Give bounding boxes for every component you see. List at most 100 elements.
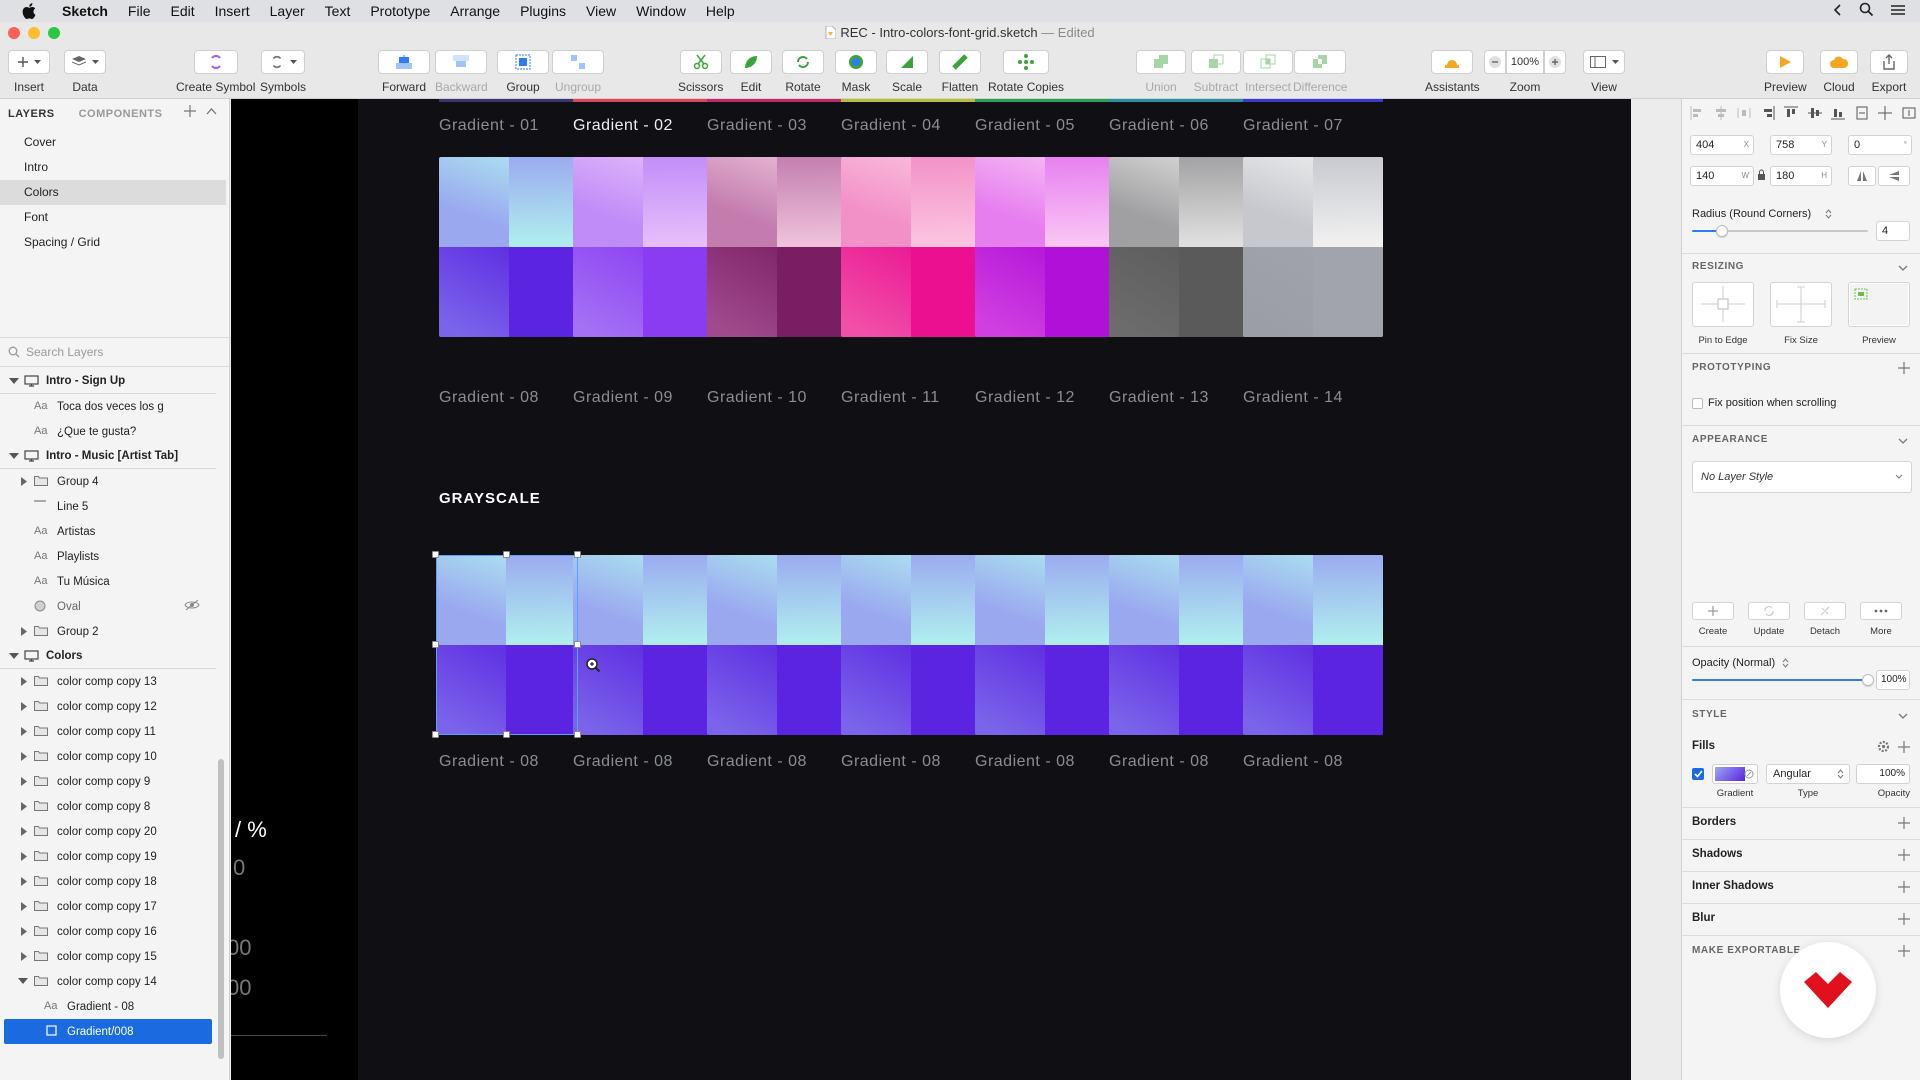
ungroup-tool[interactable]: Ungroup (552, 50, 604, 94)
zoom-in-button[interactable] (1544, 50, 1566, 74)
layer-text-row[interactable]: Aa Tu Música (0, 569, 216, 594)
align-center-v-icon[interactable] (1878, 105, 1893, 123)
layer-group-row[interactable]: color comp copy 8 (0, 794, 216, 819)
intersect-tool[interactable]: Intersect (1243, 50, 1293, 94)
align-top-icon[interactable] (1784, 106, 1799, 123)
more-style-button[interactable] (1860, 602, 1902, 620)
grayscale-gradient-swatch[interactable] (573, 555, 713, 735)
gradient-swatch[interactable] (439, 157, 579, 337)
resize-handle-right[interactable] (574, 641, 581, 648)
cloud-tool[interactable]: Cloud (1820, 50, 1858, 94)
grayscale-gradient-swatch[interactable] (841, 555, 981, 735)
disclosure-closed-icon[interactable] (19, 951, 29, 961)
lock-ratio-icon[interactable] (1757, 169, 1766, 184)
disclosure-closed-icon[interactable] (19, 676, 29, 686)
fix-position-checkbox[interactable] (1692, 398, 1703, 409)
forward-tool[interactable]: Forward (378, 50, 430, 94)
mask-tool[interactable]: Mask (835, 50, 877, 94)
menu-file[interactable]: File (118, 0, 161, 22)
add-inner-shadow-icon[interactable] (1898, 881, 1910, 893)
add-shadow-icon[interactable] (1898, 849, 1910, 861)
control-center-icon[interactable] (1890, 3, 1906, 20)
radius-input[interactable]: 4 (1876, 221, 1910, 241)
rotate-tool[interactable]: Rotate (782, 50, 824, 94)
grayscale-gradient-swatch[interactable] (1109, 555, 1249, 735)
menu-help[interactable]: Help (696, 0, 745, 22)
layer-group-row[interactable]: color comp copy 13 (0, 669, 216, 694)
disclosure-closed-icon[interactable] (19, 876, 29, 886)
resize-handle-bottom-right[interactable] (574, 731, 581, 738)
disclosure-open-icon[interactable] (9, 651, 19, 661)
disclosure-closed-icon[interactable] (19, 926, 29, 936)
layer-artboard-row[interactable]: Intro - Sign Up (0, 369, 216, 394)
align-bottom-icon[interactable] (1831, 106, 1846, 123)
layer-group-row[interactable]: color comp copy 15 (0, 944, 216, 969)
hidden-eye-icon[interactable] (184, 599, 200, 614)
menu-view[interactable]: View (576, 0, 626, 22)
resize-handle-bottom[interactable] (503, 731, 510, 738)
layer-oval-row[interactable]: Oval (0, 594, 216, 619)
distribute-vertical-icon[interactable] (1855, 106, 1869, 123)
union-tool[interactable]: Union (1136, 50, 1186, 94)
align-middle-icon[interactable] (1807, 106, 1822, 123)
canvas[interactable]: / % 0 00 00 Gradient - 01 Gradient - 02 Gr… (231, 99, 1681, 1080)
layer-artboard-row[interactable]: Intro - Music [Artist Tab] (0, 444, 216, 469)
opacity-slider[interactable] (1692, 674, 1874, 686)
menu-edit[interactable]: Edit (160, 0, 204, 22)
edit-tool[interactable]: Edit (730, 50, 772, 94)
align-center-h-icon[interactable] (1714, 105, 1728, 123)
selection-bounding-box[interactable] (436, 555, 578, 735)
menu-window[interactable]: Window (626, 0, 696, 22)
gear-icon[interactable] (1877, 740, 1890, 756)
layer-group-row[interactable]: color comp copy 11 (0, 719, 216, 744)
tab-layers[interactable]: LAYERS (8, 108, 55, 120)
disclosure-closed-icon[interactable] (19, 726, 29, 736)
grayscale-gradient-swatch[interactable] (1243, 555, 1383, 735)
add-blur-icon[interactable] (1898, 913, 1910, 925)
resize-handle-left[interactable] (432, 641, 439, 648)
colors-artboard[interactable]: Gradient - 01 Gradient - 02 Gradient - 03 G… (358, 99, 1631, 1080)
layer-rectangle-row-selected[interactable]: Gradient/008 (4, 1019, 212, 1044)
add-page-icon[interactable] (184, 105, 196, 120)
distribute-icon[interactable] (1737, 106, 1751, 123)
zoom-out-button[interactable] (1484, 50, 1506, 74)
data-tool[interactable]: Data (64, 50, 106, 94)
gradient-swatch-top-edge[interactable] (841, 99, 981, 102)
add-export-icon[interactable] (1898, 945, 1910, 957)
resize-handle-bottom-left[interactable] (432, 731, 439, 738)
export-tool[interactable]: Export (1870, 50, 1908, 94)
fix-size-control[interactable] (1770, 282, 1832, 327)
menu-text[interactable]: Text (315, 0, 361, 22)
gradient-swatch-top-edge[interactable] (975, 99, 1115, 102)
resize-handle-top-right[interactable] (574, 551, 581, 558)
page-item[interactable]: Colors (0, 180, 226, 205)
layer-text-row[interactable]: Aa Artistas (0, 519, 216, 544)
preview-tool[interactable]: Preview (1764, 50, 1807, 94)
layer-text-row[interactable]: Aa Playlists (0, 544, 216, 569)
page-item[interactable]: Cover (0, 130, 230, 155)
subtract-tool[interactable]: Subtract (1191, 50, 1241, 94)
gradient-swatch-top-edge[interactable] (573, 99, 713, 102)
menu-prototype[interactable]: Prototype (360, 0, 440, 22)
gradient-swatch-top-edge[interactable] (707, 99, 847, 102)
scale-tool[interactable]: Scale (886, 50, 928, 94)
update-style-button[interactable] (1748, 602, 1790, 620)
layer-group-row[interactable]: color comp copy 19 (0, 844, 216, 869)
radius-slider-knob[interactable] (1716, 225, 1728, 237)
disclosure-open-icon[interactable] (18, 976, 28, 986)
zoom-tool[interactable]: 100% Zoom (1484, 50, 1566, 94)
fill-enabled-checkbox[interactable] (1692, 768, 1704, 780)
disclosure-open-icon[interactable] (9, 376, 19, 386)
search-icon[interactable] (1859, 2, 1874, 20)
menu-plugins[interactable]: Plugins (510, 0, 576, 22)
opacity-input[interactable]: 100% (1876, 670, 1910, 690)
difference-tool[interactable]: Difference (1293, 50, 1347, 94)
layer-group-row[interactable]: color comp copy 9 (0, 769, 216, 794)
layer-text-row[interactable]: Aa Toca dos veces los g (0, 394, 216, 419)
tab-components[interactable]: COMPONENTS (79, 108, 163, 120)
stepper-icon[interactable] (1825, 209, 1832, 222)
rotation-input[interactable]: 0 ° (1848, 135, 1912, 155)
gradient-swatch-top-edge[interactable] (439, 99, 579, 102)
insert-tool[interactable]: Insert (8, 50, 50, 94)
disclosure-closed-icon[interactable] (19, 901, 29, 911)
